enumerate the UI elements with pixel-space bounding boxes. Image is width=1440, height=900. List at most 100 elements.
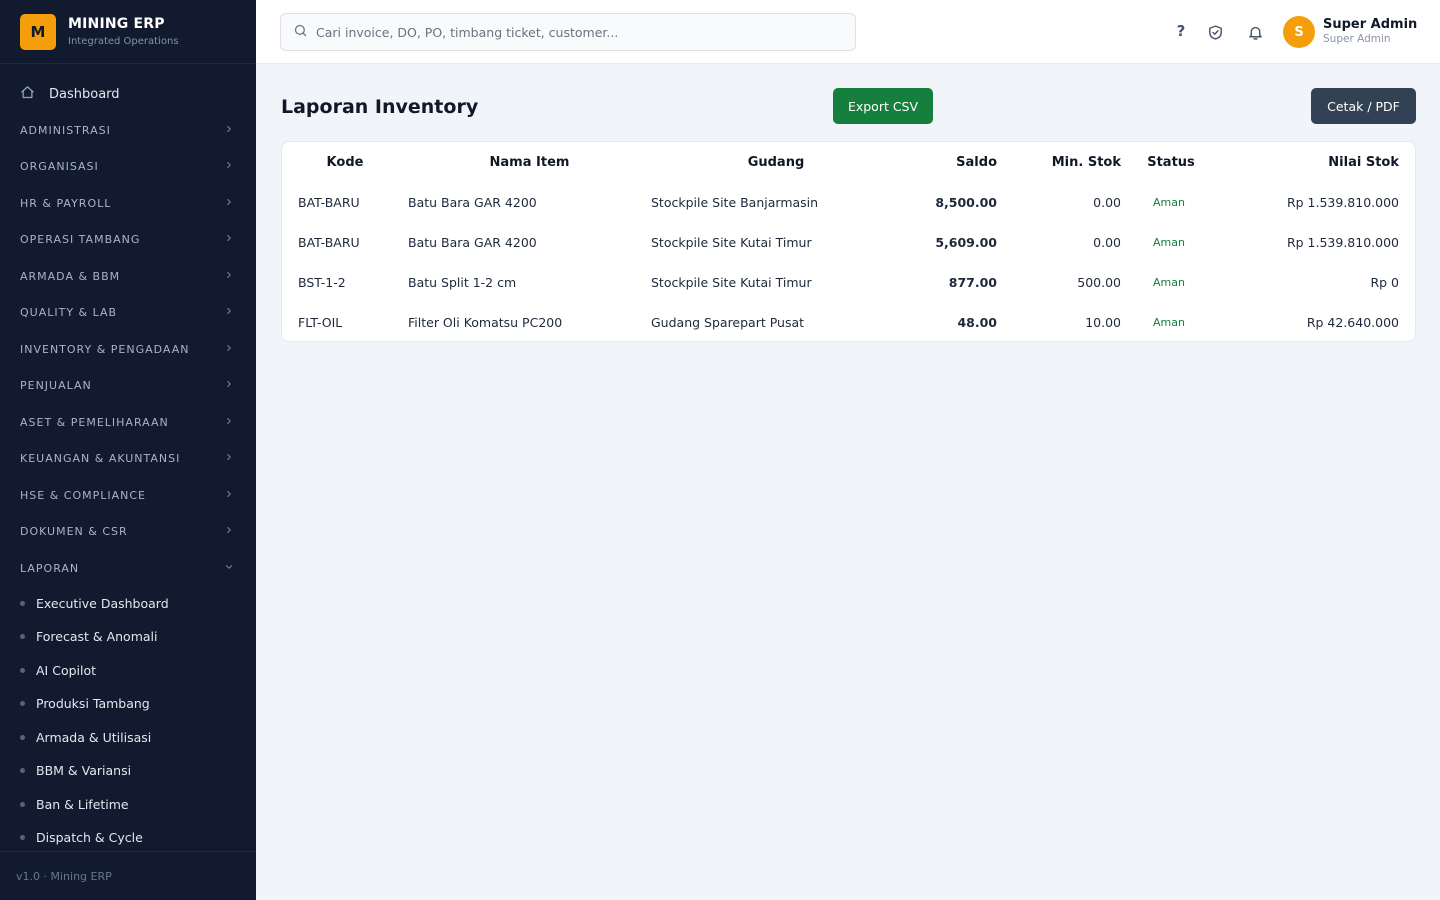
shield-check-icon[interactable] (1205, 22, 1225, 42)
sidebar-item-produksi-tambang[interactable]: Produksi Tambang (0, 687, 256, 721)
sidebar-section-operasi-tambang[interactable]: OPERASI TAMBANG (0, 222, 256, 259)
cell-nama-item: Batu Split 1-2 cm (408, 274, 517, 290)
column-header-nama-item[interactable]: Nama Item (408, 142, 651, 182)
user-name: Super Admin (1323, 17, 1418, 32)
sidebar-item-dispatch-cycle[interactable]: Dispatch & Cycle (0, 821, 256, 855)
help-icon[interactable]: ? (1171, 21, 1191, 41)
cell-nama-item: Filter Oli Komatsu PC200 (408, 314, 563, 330)
sidebar-section-hse-compliance[interactable]: HSE & COMPLIANCE (0, 477, 256, 514)
sidebar-section-label: OPERASI TAMBANG (20, 233, 141, 247)
chevron-right-icon (224, 160, 234, 173)
cell-kode: FLT-OIL (298, 314, 343, 330)
sidebar-section-organisasi[interactable]: ORGANISASI (0, 149, 256, 186)
bullet-dot-icon (20, 835, 25, 841)
sidebar-section-aset-pemeliharaan[interactable]: ASET & PEMELIHARAAN (0, 404, 256, 441)
sidebar-section-keuangan-akuntansi[interactable]: KEUANGAN & AKUNTANSI (0, 441, 256, 478)
cell-gudang: Stockpile Site Kutai Timur (651, 234, 812, 250)
table-header-row: Kode Nama Item Gudang Saldo Min. Stok St… (282, 142, 1415, 182)
cell-saldo: 5,609.00 (935, 234, 997, 250)
export-csv-button[interactable]: Export CSV (833, 88, 933, 124)
bell-icon[interactable] (1245, 22, 1265, 42)
chevron-right-icon (224, 233, 234, 246)
sidebar-section-label: QUALITY & LAB (20, 306, 118, 320)
sidebar-section-quality-lab[interactable]: QUALITY & LAB (0, 295, 256, 332)
table-row[interactable]: BAT-BARU Batu Bara GAR 4200 Stockpile Site… (282, 222, 1415, 262)
column-header-status[interactable]: Status (1121, 142, 1221, 182)
sidebar-section-label: HSE & COMPLIANCE (20, 488, 146, 502)
top-header: ? S Super Admin Super Admin (256, 0, 1440, 64)
sidebar-section-armada-bbm[interactable]: ARMADA & BBM (0, 258, 256, 295)
cell-saldo: 48.00 (957, 314, 997, 330)
sidebar-section-label: ARMADA & BBM (20, 269, 121, 283)
sidebar-section-administrasi[interactable]: ADMINISTRASI (0, 112, 256, 149)
sidebar-section-inventory-pengadaan[interactable]: INVENTORY & PENGADAAN (0, 331, 256, 368)
cell-gudang: Stockpile Site Banjarmasin (651, 194, 819, 210)
chevron-right-icon (224, 343, 234, 356)
cell-saldo: 877.00 (948, 274, 997, 290)
bullet-dot-icon (20, 667, 25, 673)
bullet-dot-icon (20, 734, 25, 740)
column-header-min-stok[interactable]: Min. Stok (997, 142, 1121, 182)
status-badge: Aman (1153, 195, 1185, 209)
cell-gudang: Stockpile Site Kutai Timur (651, 274, 812, 290)
cell-min-stok: 0.00 (1093, 194, 1121, 210)
cell-nilai-stok: Rp 42.640.000 (1306, 314, 1399, 330)
cell-saldo: 8,500.00 (935, 194, 997, 210)
table-row[interactable]: BST-1-2 Batu Split 1-2 cm Stockpile Site K… (282, 262, 1415, 302)
brand-logo: M (20, 13, 56, 50)
sidebar-item-label: Armada & Utilisasi (36, 729, 152, 745)
column-header-nilai-stok[interactable]: Nilai Stok (1221, 142, 1415, 182)
table-row[interactable]: FLT-OIL Filter Oli Komatsu PC200 Gudang Sp… (282, 302, 1415, 341)
sidebar: M MINING ERP Integrated Operations Dashb… (0, 0, 256, 900)
sidebar-section-label: INVENTORY & PENGADAAN (20, 342, 190, 356)
inventory-table: Kode Nama Item Gudang Saldo Min. Stok St… (282, 142, 1415, 341)
sidebar-footer: v1.0 · Mining ERP (0, 851, 256, 900)
cell-gudang: Gudang Sparepart Pusat (651, 314, 805, 330)
column-header-saldo[interactable]: Saldo (901, 142, 997, 182)
user-menu[interactable]: Super Admin Super Admin (1323, 17, 1417, 45)
search-input[interactable] (316, 24, 836, 40)
sidebar-item-label: Dispatch & Cycle (36, 830, 143, 846)
sidebar-item-executive-dashboard[interactable]: Executive Dashboard (0, 587, 256, 621)
status-badge: Aman (1153, 235, 1185, 249)
cell-min-stok: 10.00 (1085, 314, 1121, 330)
cell-nama-item: Batu Bara GAR 4200 (408, 194, 537, 210)
sidebar-section-label: KEUANGAN & AKUNTANSI (20, 452, 181, 466)
sidebar-item-label: Ban & Lifetime (36, 796, 129, 812)
sidebar-section-hr-payroll[interactable]: HR & PAYROLL (0, 185, 256, 222)
column-header-kode[interactable]: Kode (282, 142, 408, 182)
avatar[interactable]: S (1283, 16, 1315, 48)
cell-nilai-stok: Rp 0 (1370, 274, 1399, 290)
sidebar-section-dokumen-csr[interactable]: DOKUMEN & CSR (0, 514, 256, 551)
sidebar-item-forecast-anomali[interactable]: Forecast & Anomali (0, 620, 256, 654)
chevron-right-icon (224, 489, 234, 502)
cell-kode: BAT-BARU (298, 194, 360, 210)
cell-min-stok: 0.00 (1093, 234, 1121, 250)
sidebar-item-label: Executive Dashboard (36, 595, 169, 611)
sidebar-section-label: HR & PAYROLL (20, 196, 112, 210)
print-pdf-button[interactable]: Cetak / PDF (1311, 88, 1416, 124)
sidebar-item-dashboard[interactable]: Dashboard (0, 76, 256, 112)
column-header-gudang[interactable]: Gudang (651, 142, 901, 182)
search-icon (293, 23, 308, 42)
bullet-dot-icon (20, 801, 25, 807)
table-row[interactable]: BAT-BARU Batu Bara GAR 4200 Stockpile Site… (282, 182, 1415, 222)
brand[interactable]: M MINING ERP Integrated Operations (0, 0, 256, 64)
chevron-right-icon (224, 525, 234, 538)
sidebar-item-ban-lifetime[interactable]: Ban & Lifetime (0, 788, 256, 822)
sidebar-section-label: ORGANISASI (20, 160, 99, 174)
search-box[interactable] (280, 13, 856, 51)
sidebar-section-label: PENJUALAN (20, 379, 92, 393)
cell-kode: BAT-BARU (298, 234, 360, 250)
sidebar-section-laporan[interactable]: LAPORAN (0, 550, 256, 587)
sidebar-item-bbm-variansi[interactable]: BBM & Variansi (0, 754, 256, 788)
sidebar-item-ai-copilot[interactable]: AI Copilot (0, 654, 256, 688)
chevron-down-icon (224, 562, 234, 575)
sidebar-section-penjualan[interactable]: PENJUALAN (0, 368, 256, 405)
bullet-dot-icon (20, 634, 25, 640)
chevron-right-icon (224, 379, 234, 392)
cell-nama-item: Batu Bara GAR 4200 (408, 234, 537, 250)
sidebar-item-label: Forecast & Anomali (36, 629, 158, 645)
sidebar-item-armada-utilisasi[interactable]: Armada & Utilisasi (0, 721, 256, 755)
home-icon (20, 85, 49, 104)
